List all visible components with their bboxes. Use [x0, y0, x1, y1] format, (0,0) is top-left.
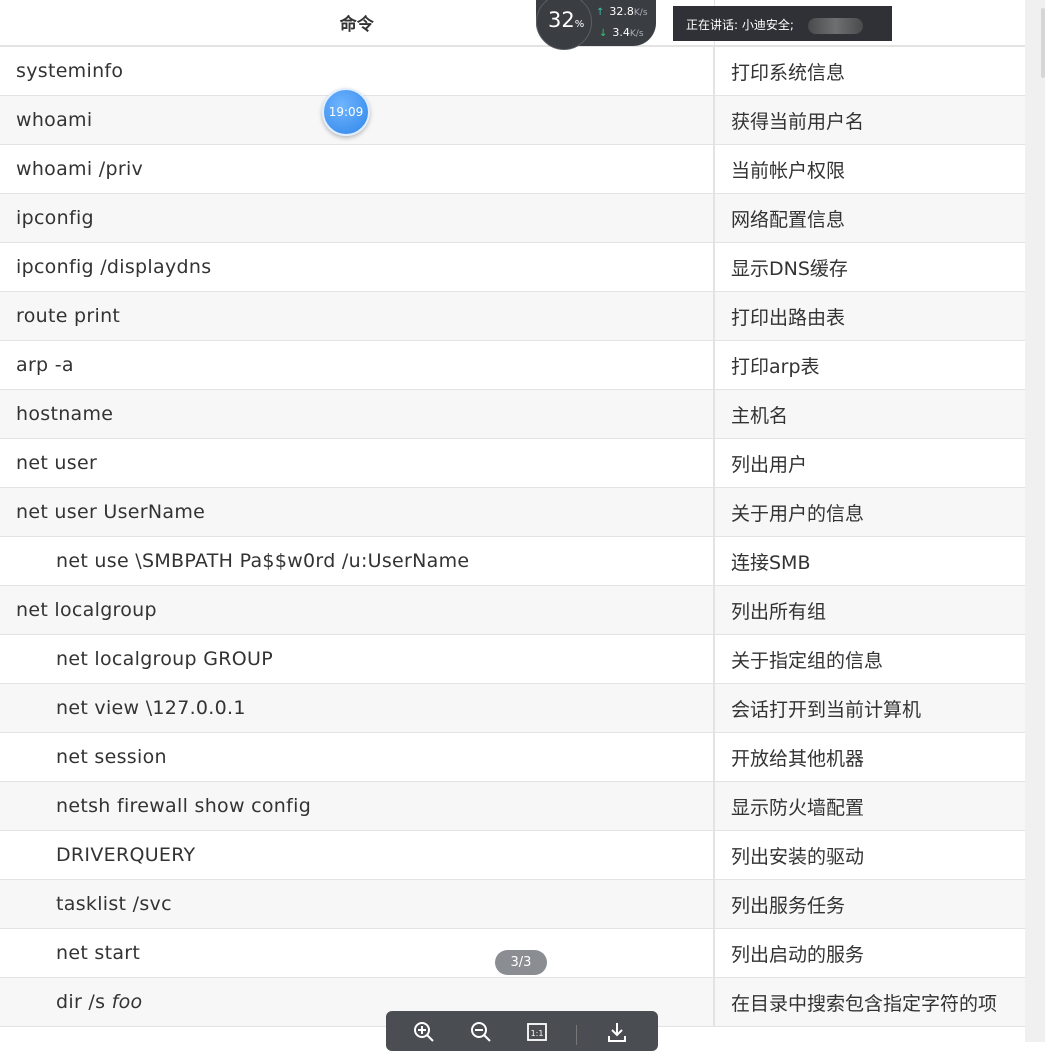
download-icon[interactable] — [606, 1021, 630, 1045]
description-cell: 列出启动的服务 — [714, 928, 1025, 978]
command-cell: ipconfig — [0, 193, 715, 243]
cpu-usage-percent: 32% — [548, 8, 584, 32]
description-cell: 打印arp表 — [714, 340, 1025, 390]
description-cell: 关于指定组的信息 — [714, 634, 1025, 684]
speaking-indicator: 正在讲话: 小迪安全; — [673, 6, 892, 41]
actual-size-icon[interactable]: 1:1 — [526, 1021, 550, 1045]
description-cell: 连接SMB — [714, 536, 1025, 586]
command-cell: net start — [0, 928, 715, 978]
table-row: ipconfig 网络配置信息 — [0, 193, 1025, 243]
table-row: tasklist /svc 列出服务任务 — [0, 879, 1025, 929]
table-row: net localgroup GROUP 关于指定组的信息 — [0, 634, 1025, 684]
upload-arrow-icon: ↑ — [596, 7, 605, 18]
image-viewer-toolbar: 1:1 — [386, 1011, 658, 1051]
table-row: net session 开放给其他机器 — [0, 732, 1025, 782]
description-cell: 主机名 — [714, 389, 1025, 439]
command-cell: netsh firewall show config — [0, 781, 715, 831]
description-cell: 网络配置信息 — [714, 193, 1025, 243]
command-cell: route print — [0, 291, 715, 341]
description-cell: 列出安装的驱动 — [714, 830, 1025, 880]
description-cell: 列出服务任务 — [714, 879, 1025, 929]
command-table-container: 命令 述 systeminfo打印系统信息whoami获得当前用户名whoami… — [0, 0, 1025, 1042]
table-row: netsh firewall show config 显示防火墙配置 — [0, 781, 1025, 831]
table-row: arp -a 打印arp表 — [0, 340, 1025, 390]
table-row: net localgroup 列出所有组 — [0, 585, 1025, 635]
upload-speed-unit: K/s — [633, 8, 648, 18]
table-row: whoami 获得当前用户名 — [0, 95, 1025, 145]
table-row: net view \127.0.0.1 会话打开到当前计算机 — [0, 683, 1025, 733]
table-row: route print 打印出路由表 — [0, 291, 1025, 341]
description-cell: 显示DNS缓存 — [714, 242, 1025, 292]
command-argument: foo — [111, 991, 143, 1013]
command-cell: whoami /priv — [0, 144, 715, 194]
table-row: DRIVERQUERY 列出安装的驱动 — [0, 830, 1025, 880]
network-speed-widget[interactable]: 32% ↑ 32.8K/s ↓ 3.4K/s — [536, 0, 656, 50]
table-row: net use \SMBPATH Pa$$w0rd /u:UserName 连接S… — [0, 536, 1025, 586]
scrollbar-thumb[interactable] — [1041, 8, 1045, 78]
table-row: ipconfig /displaydns 显示DNS缓存 — [0, 242, 1025, 292]
description-cell: 在目录中搜索包含指定字符的项 — [714, 977, 1025, 1027]
table-row: net user 列出用户 — [0, 438, 1025, 488]
description-cell: 当前帐户权限 — [714, 144, 1025, 194]
upload-speed-value: 32.8 — [609, 5, 634, 18]
right-scroll-track[interactable] — [1025, 0, 1045, 1042]
description-cell: 列出用户 — [714, 438, 1025, 488]
description-cell: 开放给其他机器 — [714, 732, 1025, 782]
description-cell: 关于用户的信息 — [714, 487, 1025, 537]
command-cell: net view \127.0.0.1 — [0, 683, 715, 733]
blurred-speaker-name — [807, 17, 863, 34]
command-cell: hostname — [0, 389, 715, 439]
command-cell: net user — [0, 438, 715, 488]
table-row: net user UserName 关于用户的信息 — [0, 487, 1025, 537]
description-cell: 列出所有组 — [714, 585, 1025, 635]
command-cell: net user UserName — [0, 487, 715, 537]
description-cell: 显示防火墙配置 — [714, 781, 1025, 831]
zoom-out-icon[interactable] — [470, 1021, 494, 1045]
command-cell: DRIVERQUERY — [0, 830, 715, 880]
download-arrow-icon: ↓ — [599, 28, 608, 39]
description-cell: 获得当前用户名 — [714, 95, 1025, 145]
table-row: hostname 主机名 — [0, 389, 1025, 439]
table-row: whoami /priv 当前帐户权限 — [0, 144, 1025, 194]
page-indicator: 3/3 — [495, 950, 547, 975]
download-speed-unit: K/s — [629, 29, 644, 39]
table-body: systeminfo 打印系统信息 whoami 获得当前用户名 whoami /pri… — [0, 46, 1025, 1027]
command-cell: net localgroup GROUP — [0, 634, 715, 684]
zoom-in-icon[interactable] — [413, 1021, 437, 1045]
command-cell: arp -a — [0, 340, 715, 390]
command-cell: ipconfig /displaydns — [0, 242, 715, 292]
command-cell: net use \SMBPATH Pa$$w0rd /u:UserName — [0, 536, 715, 586]
actual-size-label: 1:1 — [531, 1029, 544, 1038]
command-cell: net session — [0, 732, 715, 782]
command-cell: systeminfo — [0, 46, 715, 96]
cpu-percent-value: 32 — [548, 8, 575, 32]
command-table: 命令 述 systeminfo打印系统信息whoami获得当前用户名whoami… — [0, 0, 1025, 1027]
table-row: systeminfo 打印系统信息 — [0, 46, 1025, 96]
command-cell: tasklist /svc — [0, 879, 715, 929]
upload-speed: ↑ 32.8K/s — [596, 5, 648, 18]
percent-sign: % — [574, 19, 585, 30]
toolbar-divider — [576, 1025, 577, 1045]
command-cell: net localgroup — [0, 585, 715, 635]
speaking-label: 正在讲话: 小迪安全; — [686, 18, 794, 32]
command-text: dir /s — [56, 991, 112, 1013]
description-cell: 打印出路由表 — [714, 291, 1025, 341]
description-cell: 会话打开到当前计算机 — [714, 683, 1025, 733]
description-cell: 打印系统信息 — [714, 46, 1025, 96]
floating-time-bubble[interactable]: 19:09 — [322, 88, 370, 136]
download-speed-value: 3.4 — [612, 26, 630, 39]
download-speed: ↓ 3.4K/s — [599, 26, 644, 39]
